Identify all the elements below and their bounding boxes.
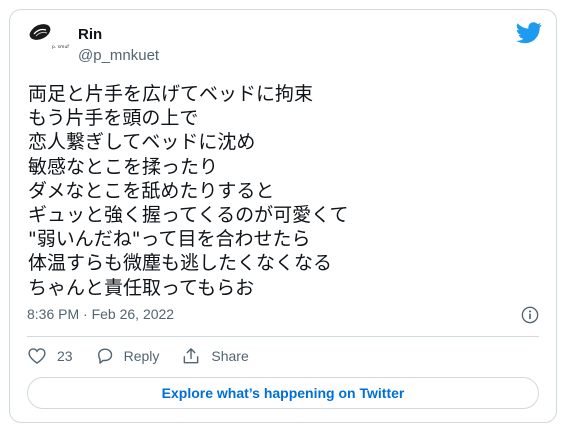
tweet-text: 両足と片手を広げてベッドに拘束 もう片手を頭の上で 恋人繋ぎしてベッドに沈め 敏…	[28, 82, 538, 300]
like-button[interactable]: 23	[27, 346, 73, 366]
tweet-line: 敏感なとこを揉ったり	[28, 155, 219, 178]
tweet-line: "弱いんだね"って目を合わせたら	[28, 228, 311, 251]
explore-twitter-button[interactable]: Explore what’s happening on Twitter	[27, 377, 539, 409]
tweet-line: 両足と片手を広げてベッドに拘束	[28, 83, 314, 105]
reply-button[interactable]: Reply	[95, 346, 160, 366]
tweet-line: 恋人繋ぎしてベッドに沈め	[28, 131, 256, 154]
tweet-line: ちゃんと責任取ってもらお	[28, 276, 255, 299]
info-icon[interactable]	[521, 306, 539, 324]
tweet-line: もう片手を頭の上で	[28, 107, 199, 130]
share-icon	[184, 348, 199, 364]
tweet-timestamp[interactable]: 8:36 PM · Feb 26, 2022	[27, 306, 174, 322]
tweet-card[interactable]: p. smuf Rin @p_mnkuet 両足と片手を広げてベッドに拘束 もう…	[9, 9, 557, 423]
share-label: Share	[211, 348, 249, 364]
reply-icon	[97, 348, 112, 364]
user-handle[interactable]: @p_mnkuet	[78, 47, 159, 64]
action-bar: 23 Reply Share	[27, 346, 271, 366]
tweet-line: ギュッと強く握ってくるのが可愛くて	[28, 204, 349, 227]
share-button[interactable]: Share	[181, 346, 249, 366]
display-name[interactable]: Rin	[78, 26, 102, 43]
like-count: 23	[57, 348, 73, 364]
avatar-image: p. smuf	[27, 21, 73, 67]
divider	[27, 336, 539, 337]
avatar-text: p. smuf	[52, 44, 69, 50]
tweet-line: ダメなとこを舐めたりすると	[28, 179, 275, 202]
avatar[interactable]: p. smuf	[27, 21, 73, 67]
reply-label: Reply	[123, 348, 160, 364]
tweet-line: 体温すらも微塵も逃したくなくなる	[28, 252, 333, 275]
heart-icon	[28, 348, 46, 364]
twitter-bird-icon[interactable]	[516, 22, 542, 44]
